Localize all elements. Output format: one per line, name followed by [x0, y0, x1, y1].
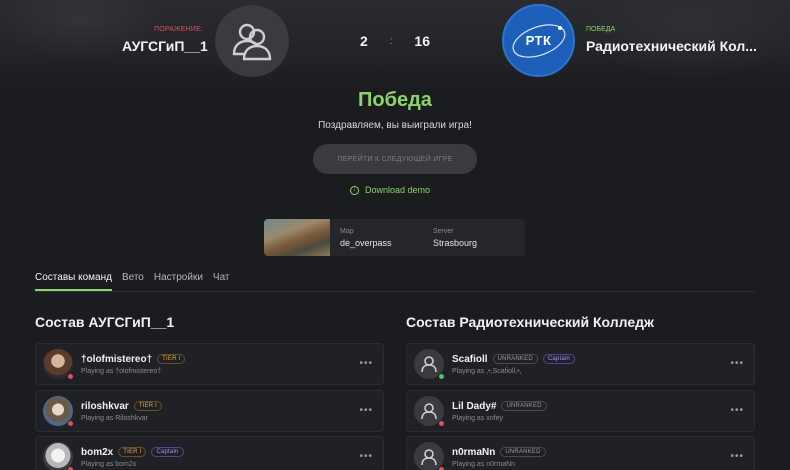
left-team-result: ПОРАЖЕНИЕ:: [154, 26, 204, 33]
avatar: [414, 349, 445, 380]
score-separator: :: [389, 35, 393, 47]
more-options-icon[interactable]: •••: [730, 451, 744, 462]
left-player-row[interactable]: riloshkvar TIER I Playing as Riloshkvar …: [35, 390, 384, 432]
right-team-result: ПОБЕДА: [586, 26, 616, 33]
right-team-name[interactable]: Радиотехнический Кол...: [586, 38, 757, 54]
right-team-logo-text: РТК: [525, 33, 552, 48]
status-dot: [67, 373, 74, 380]
left-team-avatar[interactable]: [215, 5, 289, 77]
rank-badge: TIER I: [118, 447, 147, 457]
playing-as: Playing as bom2x: [81, 460, 137, 468]
playing-as: Playing as †olofmistereo†: [81, 367, 162, 375]
tab-chat[interactable]: Чат: [213, 270, 230, 291]
left-team-name[interactable]: АУГСГиП__1: [122, 38, 208, 54]
map-value: de_overpass: [340, 237, 392, 248]
download-demo-link[interactable]: ↓ Download demo: [350, 185, 430, 195]
captain-badge: Captain: [542, 354, 575, 364]
playing-as: Playing as n0rmaNn: [452, 460, 516, 468]
captain-badge: Captain: [151, 447, 184, 457]
tab-veto[interactable]: Вето: [122, 270, 144, 291]
avatar: [43, 349, 74, 380]
player-name[interactable]: n0rmaNn: [452, 447, 495, 458]
status-dot: [67, 466, 74, 470]
right-player-row[interactable]: Scafioll UNRANKED Captain Playing as ,•,…: [406, 343, 755, 385]
map-column: Map de_overpass: [340, 228, 423, 248]
status-dot: [67, 420, 74, 427]
right-roster-title: Состав Радиотехнический Колледж: [406, 314, 654, 330]
server-label: Server: [433, 227, 454, 235]
server-column: Server Strasbourg: [433, 228, 516, 248]
download-demo-label: Download demo: [365, 185, 431, 195]
player-name[interactable]: Scafioll: [452, 354, 488, 365]
tab-bar: Составы команд Вето Настройки Чат: [35, 270, 755, 292]
status-dot: [438, 466, 445, 470]
result-title: Победа: [358, 89, 432, 111]
more-options-icon[interactable]: •••: [359, 405, 373, 416]
avatar: [414, 396, 445, 427]
rank-badge: TIER I: [157, 354, 186, 364]
player-name[interactable]: Lil Dady#: [452, 401, 496, 412]
right-team-logo[interactable]: РТК: [502, 4, 575, 77]
user-icon: [421, 356, 437, 373]
score-right: 16: [414, 33, 430, 49]
status-dot: [438, 373, 445, 380]
server-value: Strasbourg: [433, 237, 478, 248]
left-roster-title: Состав АУГСГиП__1: [35, 314, 175, 330]
tab-rosters[interactable]: Составы команд: [35, 270, 112, 291]
score: 2 : 16: [360, 33, 430, 49]
map-info-card: Map de_overpass Server Strasbourg: [264, 219, 525, 256]
more-options-icon[interactable]: •••: [730, 358, 744, 369]
rank-badge: UNRANKED: [501, 401, 547, 411]
rank-badge: TIER I: [133, 401, 163, 411]
score-left: 2: [360, 33, 368, 49]
next-game-button[interactable]: ПЕРЕЙТИ К СЛЕДУЮЩЕЙ ИГРЕ: [313, 144, 477, 174]
right-player-row[interactable]: Lil Dady# UNRANKED Playing as xnfey •••: [406, 390, 755, 432]
avatar: [43, 396, 74, 427]
left-player-row[interactable]: bom2x TIER I Captain Playing as bom2x ••…: [35, 436, 384, 470]
more-options-icon[interactable]: •••: [730, 405, 744, 416]
user-icon: [421, 449, 437, 466]
status-dot: [438, 420, 445, 427]
playing-as: Playing as xnfey: [452, 414, 503, 422]
rank-badge: UNRANKED: [500, 447, 546, 457]
users-icon: [232, 23, 272, 61]
map-thumbnail: [264, 219, 330, 256]
playing-as: Playing as Riloshkvar: [81, 414, 148, 422]
player-name[interactable]: riloshkvar: [81, 401, 129, 412]
rank-badge: UNRANKED: [492, 354, 538, 364]
user-icon: [421, 403, 437, 420]
playing-as: Playing as ,•,Scafioll,•,: [452, 367, 522, 375]
avatar: [43, 442, 74, 470]
left-player-row[interactable]: †olofmistereo† TIER I Playing as †olofmi…: [35, 343, 384, 385]
tab-settings[interactable]: Настройки: [154, 270, 203, 291]
more-options-icon[interactable]: •••: [359, 451, 373, 462]
map-label: Map: [340, 227, 354, 235]
right-player-row[interactable]: n0rmaNn UNRANKED Playing as n0rmaNn •••: [406, 436, 755, 470]
result-subtitle: Поздравляем, вы выиграли игра!: [318, 120, 472, 131]
download-icon: ↓: [350, 185, 359, 195]
player-name[interactable]: bom2x: [81, 447, 113, 458]
avatar: [414, 442, 445, 470]
player-name[interactable]: †olofmistereo†: [81, 354, 152, 365]
more-options-icon[interactable]: •••: [359, 358, 373, 369]
